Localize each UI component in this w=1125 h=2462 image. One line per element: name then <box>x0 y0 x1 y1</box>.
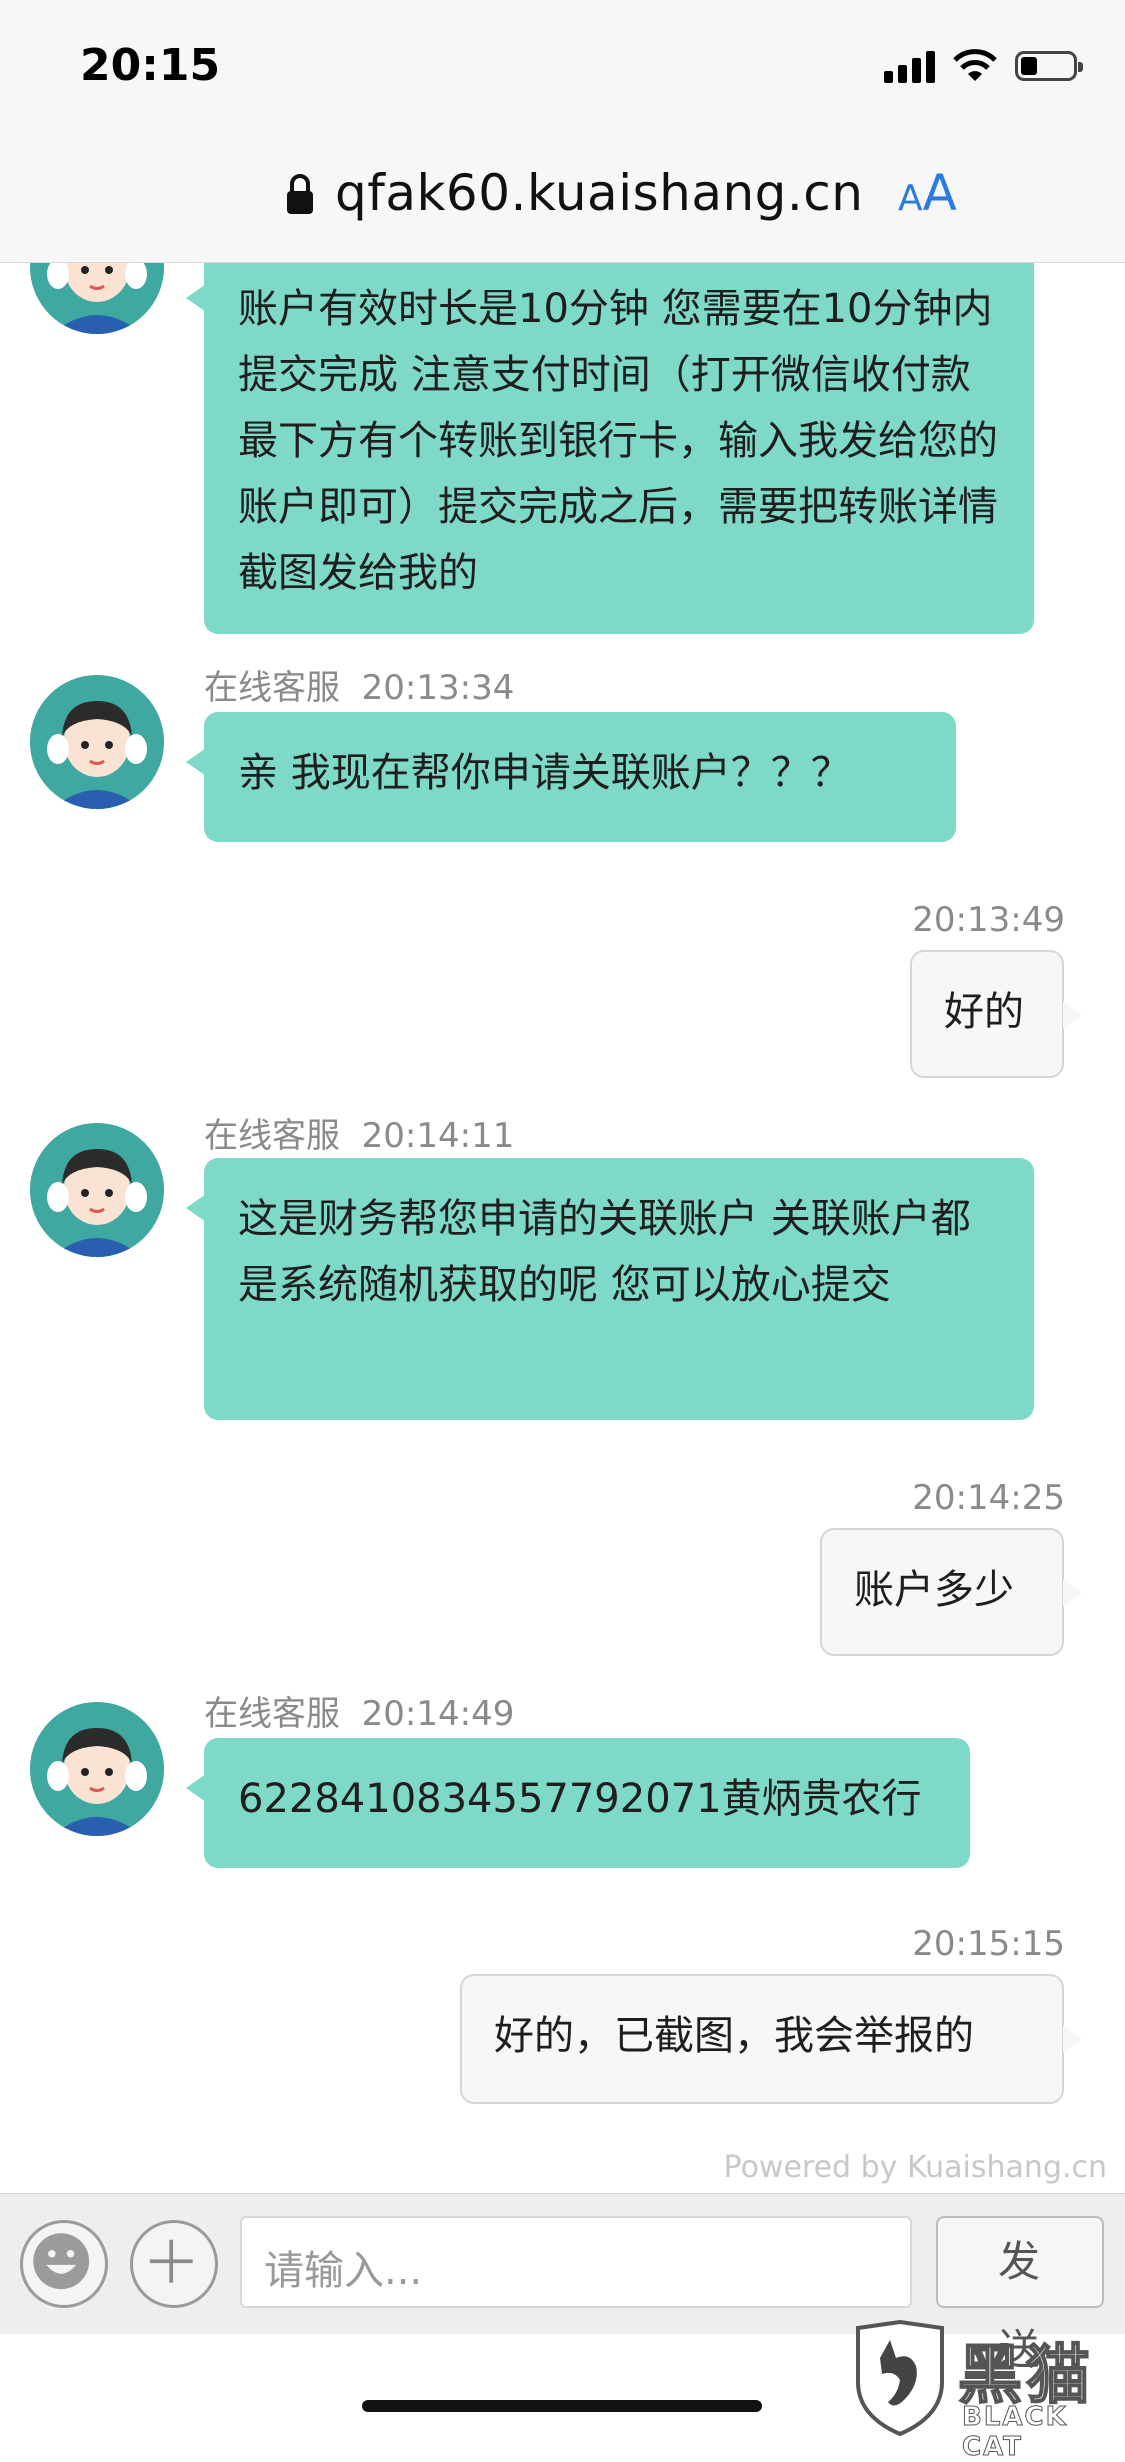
chat-input-bar: 请输入... 发 送 <box>0 2193 1125 2374</box>
text-size-large-label: A <box>922 164 957 222</box>
sender-name: 在线客服 <box>204 1694 340 1734</box>
chat-area[interactable]: 账户有效时长是10分钟 您需要在10分钟内提交完成 注意支付时间（打开微信收付款… <box>0 0 1125 2190</box>
message-time: 20:13:49 <box>912 900 1065 940</box>
message-time: 20:15:15 <box>912 1924 1065 1964</box>
message-meta: 在线客服 20:13:34 <box>204 660 514 709</box>
message-meta: 在线客服 20:14:11 <box>204 1108 514 1157</box>
browser-top-bar: 20:15 qfak60.kuaishang.cn AA <box>0 0 1125 263</box>
message-bubble-outgoing: 账户多少 <box>820 1528 1082 1656</box>
status-time: 20:15 <box>80 40 221 91</box>
message-text: 6228410834557792071黄炳贵农行 <box>238 1776 922 1822</box>
black-cat-logo-icon <box>856 2319 944 2436</box>
message-bubble-incoming: 这是财务帮您申请的关联账户 关联账户都是系统随机获取的呢 您可以放心提交 <box>186 1158 1034 1420</box>
plus-icon <box>149 2239 193 2283</box>
emoji-button[interactable] <box>20 2220 108 2308</box>
message-text: 这是财务帮您申请的关联账户 关联账户都是系统随机获取的呢 您可以放心提交 <box>238 1196 971 1308</box>
agent-avatar <box>30 1702 164 1836</box>
message-bubble-outgoing: 好的 <box>910 950 1082 1078</box>
black-cat-watermark: 黑猫 BLACK CAT <box>850 2318 1125 2462</box>
message-text: 好的，已截图，我会举报的 <box>494 2013 974 2059</box>
powered-by-footer: Powered by Kuaishang.cn <box>723 2150 1107 2185</box>
message-text: 账户多少 <box>854 1567 1014 1613</box>
message-meta: 在线客服 20:14:49 <box>204 1686 514 1735</box>
agent-avatar-icon <box>30 675 164 809</box>
send-button[interactable]: 发 送 <box>936 2216 1104 2374</box>
status-icons <box>884 46 1083 86</box>
lock-icon <box>287 174 313 214</box>
message-bubble-outgoing: 好的，已截图，我会举报的 <box>460 1974 1082 2104</box>
message-bubble-incoming: 6228410834557792071黄炳贵农行 <box>186 1738 970 1868</box>
agent-avatar-icon <box>30 1702 164 1836</box>
cellular-signal-icon <box>884 49 935 83</box>
add-attachment-button[interactable] <box>130 2220 218 2308</box>
text-size-button[interactable]: AA <box>898 164 957 222</box>
url-text[interactable]: qfak60.kuaishang.cn <box>335 164 863 222</box>
agent-avatar <box>30 675 164 809</box>
message-time: 20:14:11 <box>361 1116 515 1156</box>
home-indicator[interactable] <box>362 2400 762 2412</box>
message-input[interactable]: 请输入... <box>240 2216 912 2308</box>
battery-icon <box>1015 51 1083 81</box>
wifi-icon <box>953 49 997 81</box>
message-time: 20:13:34 <box>361 668 515 708</box>
address-bar[interactable]: qfak60.kuaishang.cn AA <box>0 160 1125 230</box>
message-time: 20:14:25 <box>912 1478 1065 1518</box>
watermark-en-text: BLACK CAT <box>962 2402 1068 2462</box>
message-time: 20:14:49 <box>361 1694 515 1734</box>
message-text: 好的 <box>944 989 1024 1035</box>
message-text: 账户有效时长是10分钟 您需要在10分钟内提交完成 注意支付时间（打开微信收付款… <box>238 286 998 596</box>
message-text: 亲 我现在帮你申请关联账户？？？ <box>238 750 851 796</box>
message-bubble-incoming: 亲 我现在帮你申请关联账户？？？ <box>186 712 956 842</box>
sender-name: 在线客服 <box>204 668 340 708</box>
text-size-small-label: A <box>898 178 923 219</box>
agent-avatar-icon <box>30 1123 164 1257</box>
sender-name: 在线客服 <box>204 1116 340 1156</box>
agent-avatar <box>30 1123 164 1257</box>
message-bubble-incoming: 账户有效时长是10分钟 您需要在10分钟内提交完成 注意支付时间（打开微信收付款… <box>186 248 1034 634</box>
smiley-icon <box>33 2233 90 2290</box>
